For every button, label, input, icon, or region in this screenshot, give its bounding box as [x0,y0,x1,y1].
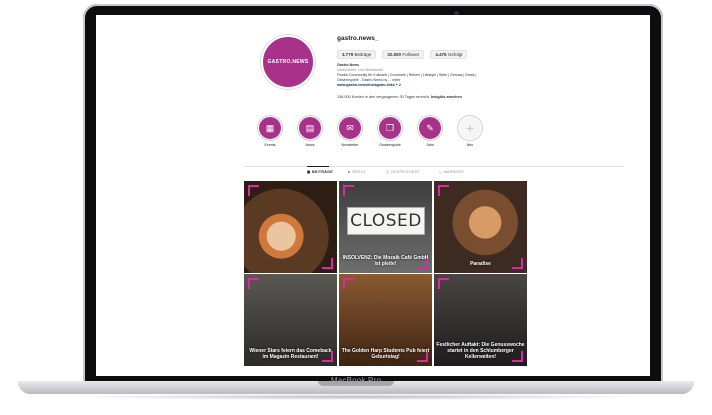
insight-text: 136.000 Konten in den vergangenen 30 Tag… [337,95,462,99]
frame-corner [343,185,354,196]
highlight-jobs[interactable]: ✎ Jobs [417,116,443,147]
post-tile[interactable]: CLOSED INSOLVENZ: Die Mozaik Café GmbH i… [339,181,432,273]
post-caption: Festlicher Auftakt: Die Genusswoche star… [436,342,525,360]
post-tile[interactable]: Festlicher Auftakt: Die Genusswoche star… [434,274,527,366]
insights-link[interactable]: Insights ansehen [431,95,462,99]
stat-posts[interactable]: 3.779 Beiträge [337,50,377,59]
device-brand: MacBook Pro [330,376,382,385]
post-tile[interactable]: Wiener Stars feiern das Comeback im Maga… [244,274,337,366]
highlight-new[interactable]: + Neu [457,116,483,147]
profile-stats: 3.779 Beiträge 32.500 Follower 4.476 Gef… [337,50,468,59]
laptop-shadow [60,394,652,400]
newspaper-icon: ▤ [298,116,322,140]
stat-followers[interactable]: 32.500 Follower [382,50,425,59]
post-caption: The Golden Harp Students Pub feiert Gebu… [341,348,430,360]
highlight-news[interactable]: ▤ News [297,116,323,147]
tab-posts[interactable]: ▦ BEITRÄGE [307,170,333,174]
frame-corner [322,258,333,269]
frame-corner [248,185,259,196]
plus-icon: + [458,116,482,140]
post-caption: Wiener Stars feiern das Comeback im Maga… [249,348,332,360]
stat-following[interactable]: 4.476 Gefolgt [430,50,468,59]
profile-avatar[interactable]: GASTRO.NEWS [261,35,315,89]
post-tile[interactable] [244,181,337,273]
instagram-profile-screen: GASTRO.NEWS gastro.news_ 3.779 Beiträge … [96,15,650,376]
tag-icon: ✎ [418,116,442,140]
tab-reels[interactable]: ▶ REELS [348,170,366,174]
closed-sign: CLOSED [347,207,425,235]
gift-icon: ❒ [378,116,402,140]
highlight-events[interactable]: ▦ Events [257,116,283,147]
tab-tagged[interactable]: ◻ MARKIERT [439,170,465,174]
active-tab-indicator [307,166,329,167]
bio-link[interactable]: www.gastro.news/instagram-links + 2 [337,83,587,88]
frame-corner [438,278,449,289]
frame-corner [438,185,449,196]
highlight-newsletter[interactable]: ✉ Newsletter [337,116,363,147]
post-tile[interactable]: Paradise [434,181,527,273]
frame-corner [248,278,259,289]
frame-corner [343,278,354,289]
avatar-logo-text: GASTRO.NEWS [267,59,309,65]
post-caption: Paradise [470,261,491,267]
post-tile[interactable]: The Golden Harp Students Pub feiert Gebu… [339,274,432,366]
profile-bio: Gastro.News Nachrichten- und Mediaseite … [337,63,587,88]
highlight-gewinnspiele[interactable]: ❒ Gewinnspiele [377,116,403,147]
tabs-divider [244,166,624,167]
post-caption: INSOLVENZ: Die Mozaik Café GmbH ist plei… [342,255,429,267]
calendar-icon: ▦ [258,116,282,140]
profile-username: gastro.news_ [337,35,379,42]
tab-saved[interactable]: ◫ GESPEICHERT [386,170,420,174]
mail-icon: ✉ [338,116,362,140]
